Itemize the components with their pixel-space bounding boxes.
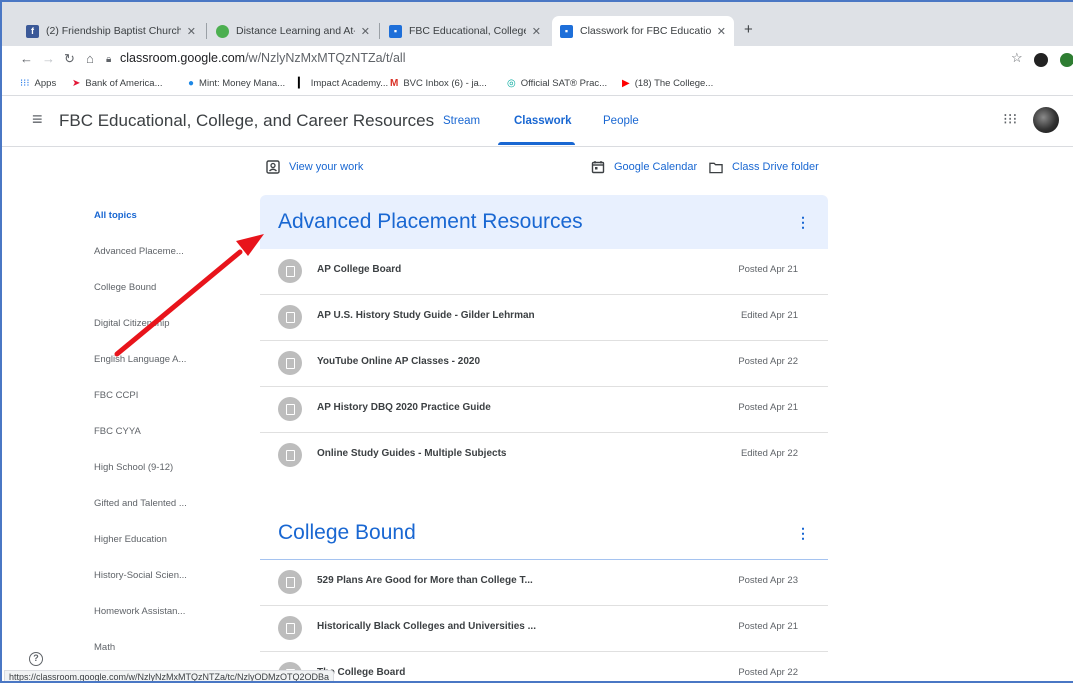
close-tab-icon[interactable]: ✕ [361, 25, 370, 38]
classroom-icon: ▪ [389, 24, 402, 38]
sidebar-item[interactable]: Higher Education [94, 534, 167, 545]
folder-icon [709, 160, 723, 174]
reload-icon[interactable]: ↻ [64, 51, 75, 67]
bookmark-apps[interactable]: ⁝⁝⁝ Apps [20, 78, 56, 89]
bank-icon: ➤ [72, 78, 81, 89]
browser-tab[interactable]: f (2) Friendship Baptist Church ✕ [18, 16, 204, 46]
bookmark-item[interactable]: ● Mint: Money Mana... [188, 78, 285, 89]
close-tab-icon[interactable]: ✕ [532, 25, 541, 38]
forward-icon[interactable]: → [42, 51, 55, 66]
apps-grid-icon: ⁝⁝⁝ [20, 78, 30, 89]
sidebar-item-all-topics[interactable]: All topics [94, 210, 137, 221]
sidebar-item[interactable]: Homework Assistan... [94, 606, 185, 617]
apps-grid-icon[interactable]: ⁝⁝⁝ [1003, 110, 1017, 128]
material-icon [278, 443, 302, 467]
bookmark-item[interactable]: ◎ Official SAT® Prac... [507, 78, 607, 89]
topic-header: Advanced Placement Resources ⋮ [260, 195, 828, 249]
tab-classwork[interactable]: Classwork [514, 115, 572, 127]
more-options-icon[interactable]: ⋮ [796, 525, 810, 542]
bookmarks-bar: ⁝⁝⁝ Apps ➤ Bank of America... ● Mint: Money… [2, 74, 1073, 96]
list-item[interactable]: 529 Plans Are Good for More than College… [260, 560, 828, 606]
list-item[interactable]: Historically Black Colleges and Universi… [260, 606, 828, 652]
status-bar-url: https://classroom.google.com/w/NzlyNzMxM… [4, 670, 335, 681]
material-icon [278, 570, 302, 594]
material-icon [278, 305, 302, 329]
sidebar-item[interactable]: Gifted and Talented ... [94, 498, 187, 509]
sidebar-item[interactable]: Digital Citizenship [94, 318, 170, 329]
calendar-icon [591, 160, 605, 174]
home-icon[interactable]: ⌂ [86, 51, 94, 66]
class-title: FBC Educational, College, and Career Res… [59, 111, 435, 130]
list-item[interactable]: YouTube Online AP Classes - 2020 Posted … [260, 341, 828, 387]
avatar[interactable] [1033, 107, 1059, 133]
list-item[interactable]: The College Board Posted Apr 22 [260, 652, 828, 681]
tab-stream[interactable]: Stream [443, 115, 480, 127]
close-tab-icon[interactable]: ✕ [717, 25, 726, 38]
google-calendar-link[interactable]: Google Calendar [591, 160, 697, 174]
class-drive-folder-link[interactable]: Class Drive folder [709, 160, 819, 174]
sidebar-item[interactable]: College Bound [94, 282, 156, 293]
mint-icon: ● [188, 78, 195, 89]
material-icon [278, 351, 302, 375]
help-icon[interactable]: ? [29, 652, 43, 666]
list-item[interactable]: AP History DBQ 2020 Practice Guide Poste… [260, 387, 828, 433]
topic-title[interactable]: Advanced Placement Resources [278, 210, 583, 234]
bookmark-item[interactable]: ▎ Impact Academy... [298, 78, 388, 89]
sidebar-item[interactable]: English Language A... [94, 354, 186, 365]
gmail-icon: M [390, 78, 399, 89]
sidebar-item[interactable]: FBC CYYA [94, 426, 141, 437]
bookmark-item[interactable]: ➤ Bank of America... [72, 78, 162, 89]
browser-tab-active[interactable]: ▪ Classwork for FBC Educational ✕ [552, 16, 734, 46]
browser-tab[interactable]: Distance Learning and At-Hom ✕ [208, 16, 378, 46]
bookmark-item[interactable]: ▶ (18) The College... [622, 78, 713, 89]
cube-icon [216, 24, 229, 38]
person-badge-icon [266, 160, 280, 174]
browser-window: f (2) Friendship Baptist Church ✕ Distan… [0, 0, 1073, 683]
facebook-icon: f [26, 24, 39, 38]
menu-icon[interactable]: ≡ [32, 109, 43, 130]
close-tab-icon[interactable]: ✕ [187, 25, 196, 38]
topic-header: College Bound ⋮ [260, 510, 828, 560]
back-icon[interactable]: ← [20, 51, 33, 66]
bookmark-item[interactable]: M BVC Inbox (6) - ja... [390, 78, 487, 89]
view-your-work-link[interactable]: View your work [266, 160, 363, 174]
address-row: ← → ↻ ⌂ 🔒︎ classroom.google.com/w/NzlyNz… [2, 46, 1073, 74]
list-item[interactable]: Online Study Guides - Multiple Subjects … [260, 433, 828, 479]
more-options-icon[interactable]: ⋮ [796, 214, 810, 231]
extension-icon[interactable] [1060, 53, 1073, 67]
topic-title[interactable]: College Bound [278, 521, 416, 545]
list-item[interactable]: AP College Board Posted Apr 21 [260, 249, 828, 295]
material-icon [278, 397, 302, 421]
active-tab-indicator [498, 142, 575, 145]
new-tab-button[interactable]: + [744, 21, 753, 38]
sidebar-item[interactable]: Math [94, 642, 115, 653]
material-icon [278, 259, 302, 283]
bookmark-star-icon[interactable]: ☆ [1011, 50, 1023, 66]
profile-icon[interactable] [1034, 53, 1048, 67]
youtube-icon: ▶ [622, 78, 630, 89]
material-icon [278, 616, 302, 640]
lock-icon: 🔒︎ [106, 54, 112, 65]
impact-icon: ▎ [298, 78, 306, 89]
sat-icon: ◎ [507, 78, 516, 89]
list-item[interactable]: AP U.S. History Study Guide - Gilder Leh… [260, 295, 828, 341]
sidebar-item[interactable]: Advanced Placeme... [94, 246, 184, 257]
tab-people[interactable]: People [603, 115, 639, 127]
address-bar[interactable]: classroom.google.com/w/NzlyNzMxMTQzNTZa/… [120, 51, 405, 65]
sidebar-item[interactable]: High School (9-12) [94, 462, 173, 473]
sidebar-item[interactable]: History-Social Scien... [94, 570, 187, 581]
browser-tab[interactable]: ▪ FBC Educational, College, and ✕ [381, 16, 549, 46]
sidebar-item[interactable]: FBC CCPI [94, 390, 138, 401]
classroom-header: ≡ FBC Educational, College, and Career R… [2, 97, 1073, 147]
classroom-icon: ▪ [560, 24, 573, 38]
tab-bar: f (2) Friendship Baptist Church ✕ Distan… [2, 2, 1073, 46]
